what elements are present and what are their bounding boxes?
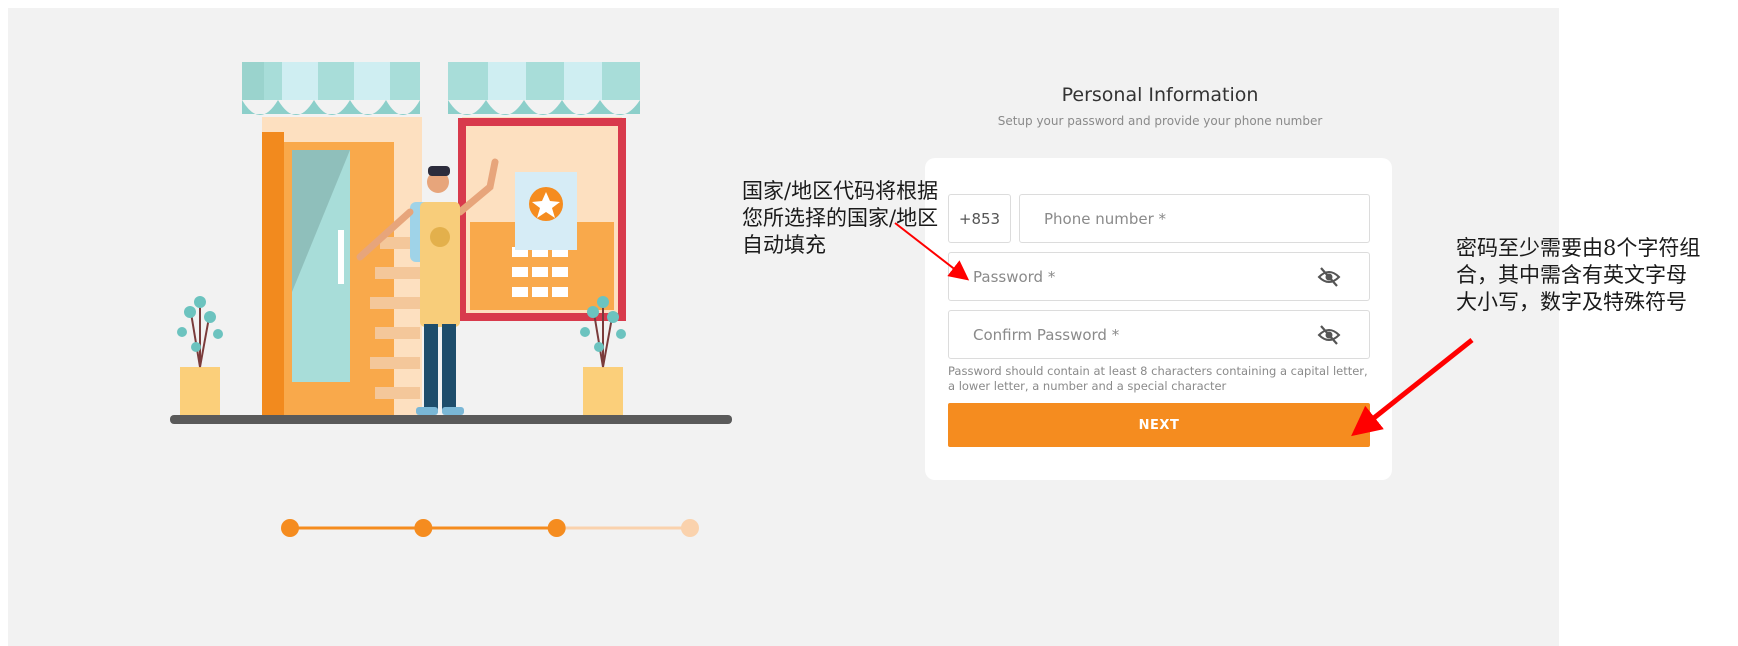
left-plant (177, 296, 223, 417)
shop-illustration (170, 62, 732, 424)
next-button[interactable]: NEXT (948, 403, 1370, 447)
stepper-dot (414, 519, 433, 537)
page-title: Personal Information (1061, 84, 1259, 106)
confirm-password-field[interactable] (948, 310, 1370, 359)
password-field[interactable] (948, 252, 1370, 301)
stepper-dot (281, 519, 299, 537)
form-heading: Personal Information Setup your password… (930, 84, 1390, 128)
password-input[interactable] (971, 266, 1305, 287)
progress-stepper (281, 519, 699, 537)
password-annotation: 密码至少需要由8个字符组 合，其中需含有英文字母 大小写，数字及特殊符号 (1456, 236, 1701, 314)
right-awning (448, 62, 640, 115)
phone-input[interactable] (1042, 208, 1369, 229)
country-code-annotation: 国家/地区代码将根据 您所选择的国家/地区 自动填充 (742, 179, 939, 257)
stepper-dot (547, 519, 566, 537)
stepper-dot (681, 519, 699, 537)
page-subtitle: Setup your password and provide your pho… (997, 114, 1323, 128)
left-awning (242, 62, 420, 115)
password-hint: Password should contain at least 8 chara… (948, 364, 1368, 393)
confirm-password-input[interactable] (971, 324, 1305, 345)
phone-field[interactable] (1019, 194, 1370, 243)
eye-slash-icon[interactable] (1317, 325, 1341, 345)
eye-slash-icon[interactable] (1317, 267, 1341, 287)
